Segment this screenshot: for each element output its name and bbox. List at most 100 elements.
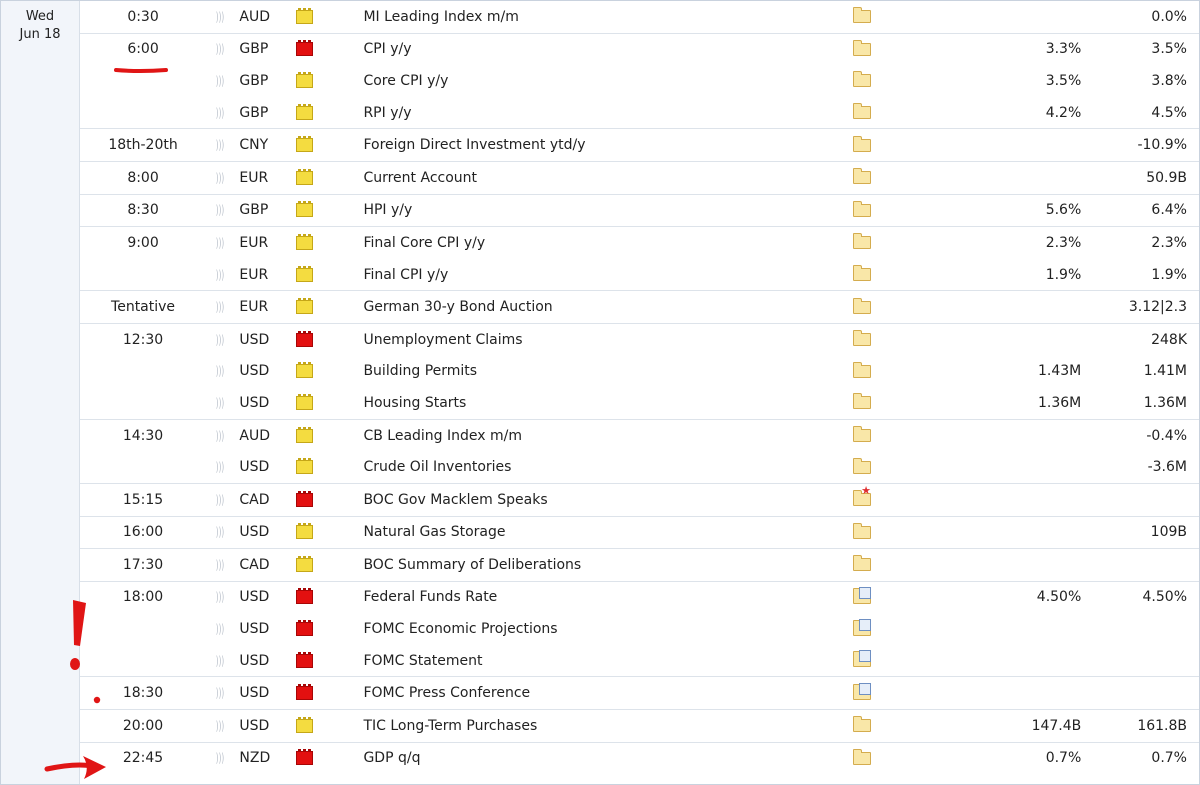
- sound-icon[interactable]: ))): [216, 654, 224, 668]
- event-title[interactable]: Housing Starts: [359, 387, 850, 419]
- folder-icon[interactable]: [853, 71, 872, 88]
- event-row[interactable]: 12:30))) USD Unemployment Claims 248K: [80, 322, 1199, 356]
- event-row[interactable]: ))) USD FOMC Economic Projections: [80, 613, 1199, 645]
- event-title[interactable]: HPI y/y: [359, 193, 851, 227]
- event-row[interactable]: ))) GBP RPI y/y 4.2% 4.5%: [80, 97, 1199, 129]
- event-title[interactable]: Natural Gas Storage: [359, 515, 851, 549]
- event-title[interactable]: Federal Funds Rate: [359, 580, 851, 614]
- detail-cell[interactable]: [850, 613, 934, 645]
- folder-icon[interactable]: [853, 361, 872, 378]
- sound-icon[interactable]: ))): [216, 751, 224, 765]
- sound-alert-cell[interactable]: ))): [206, 322, 234, 356]
- folder-icon[interactable]: [853, 457, 872, 474]
- sound-alert-cell[interactable]: ))): [206, 676, 234, 710]
- sound-icon[interactable]: ))): [216, 558, 224, 572]
- folder-icon[interactable]: [853, 103, 872, 120]
- detail-cell[interactable]: [850, 418, 935, 452]
- event-title[interactable]: TIC Long-Term Purchases: [359, 709, 851, 743]
- sound-alert-cell[interactable]: ))): [206, 451, 233, 483]
- event-title[interactable]: Final CPI y/y: [359, 259, 850, 291]
- folder-icon[interactable]: [853, 426, 872, 443]
- folder-icon[interactable]: [853, 682, 872, 700]
- detail-cell[interactable]: [850, 290, 935, 324]
- detail-cell[interactable]: [850, 97, 934, 129]
- sound-icon[interactable]: ))): [216, 42, 224, 56]
- folder-icon[interactable]: [853, 233, 872, 250]
- event-title[interactable]: Core CPI y/y: [359, 65, 850, 97]
- detail-cell[interactable]: [850, 226, 935, 259]
- event-title[interactable]: GDP q/q: [359, 741, 851, 775]
- event-row[interactable]: 18:30))) USD FOMC Press Conference: [80, 676, 1199, 710]
- sound-icon[interactable]: ))): [216, 138, 224, 152]
- event-title[interactable]: Unemployment Claims: [359, 322, 851, 356]
- sound-icon[interactable]: ))): [216, 203, 224, 217]
- event-title[interactable]: Foreign Direct Investment ytd/y: [359, 128, 851, 162]
- sound-alert-cell[interactable]: ))): [206, 709, 234, 743]
- sound-icon[interactable]: ))): [216, 429, 224, 443]
- event-row[interactable]: 6:00))) GBP CPI y/y 3.3% 3.5%: [80, 32, 1199, 66]
- detail-cell[interactable]: [850, 645, 934, 677]
- sound-icon[interactable]: ))): [216, 236, 224, 250]
- sound-alert-cell[interactable]: ))): [206, 290, 234, 324]
- event-row[interactable]: 0:30))) AUD MI Leading Index m/m 0.0%: [80, 1, 1199, 33]
- sound-icon[interactable]: ))): [216, 268, 224, 282]
- detail-cell[interactable]: [850, 128, 935, 162]
- folder-icon[interactable]: [853, 297, 872, 314]
- sound-alert-cell[interactable]: ))): [206, 356, 233, 388]
- event-title[interactable]: Building Permits: [359, 356, 850, 388]
- event-row[interactable]: ))) EUR Final CPI y/y 1.9% 1.9%: [80, 259, 1199, 291]
- detail-cell[interactable]: [850, 515, 935, 549]
- event-title[interactable]: BOC Summary of Deliberations: [359, 548, 851, 582]
- event-title[interactable]: CPI y/y: [359, 32, 851, 66]
- event-row[interactable]: 15:15))) CAD BOC Gov Macklem Speaks ★: [80, 482, 1199, 516]
- sound-alert-cell[interactable]: ))): [206, 32, 234, 66]
- sound-alert-cell[interactable]: ))): [206, 613, 233, 645]
- folder-icon[interactable]: [853, 393, 872, 410]
- folder-icon[interactable]: [853, 522, 872, 539]
- sound-icon[interactable]: ))): [216, 460, 224, 474]
- detail-cell[interactable]: [850, 259, 934, 291]
- sound-icon[interactable]: ))): [216, 171, 224, 185]
- detail-cell[interactable]: [850, 1, 934, 33]
- folder-icon[interactable]: [853, 650, 872, 668]
- sound-alert-cell[interactable]: ))): [206, 418, 234, 452]
- event-row[interactable]: 9:00))) EUR Final Core CPI y/y 2.3% 2.3%: [80, 226, 1199, 259]
- event-row[interactable]: Tentative))) EUR German 30-y Bond Auction 3…: [80, 290, 1199, 324]
- event-title[interactable]: German 30-y Bond Auction: [359, 290, 851, 324]
- detail-cell[interactable]: [850, 322, 935, 356]
- event-row[interactable]: 16:00))) USD Natural Gas Storage 109B: [80, 515, 1199, 549]
- detail-cell[interactable]: [850, 32, 935, 66]
- event-title[interactable]: RPI y/y: [359, 97, 850, 129]
- folder-icon[interactable]: [853, 265, 872, 282]
- folder-icon[interactable]: [853, 330, 872, 347]
- sound-icon[interactable]: ))): [216, 622, 224, 636]
- detail-cell[interactable]: [850, 387, 934, 419]
- sound-alert-cell[interactable]: ))): [206, 128, 234, 162]
- detail-cell[interactable]: ★: [850, 482, 935, 516]
- sound-icon[interactable]: ))): [216, 106, 224, 120]
- folder-icon[interactable]: [853, 555, 872, 572]
- event-row[interactable]: 20:00))) USD TIC Long-Term Purchases 147.4B…: [80, 709, 1199, 743]
- event-title[interactable]: BOC Gov Macklem Speaks: [359, 482, 851, 516]
- sound-alert-cell[interactable]: ))): [206, 387, 233, 419]
- sound-icon[interactable]: ))): [216, 10, 224, 24]
- detail-cell[interactable]: [850, 65, 934, 97]
- event-title[interactable]: Final Core CPI y/y: [359, 226, 851, 259]
- folder-icon[interactable]: [853, 200, 872, 217]
- detail-cell[interactable]: [850, 676, 935, 710]
- event-title[interactable]: MI Leading Index m/m: [359, 1, 850, 33]
- sound-icon[interactable]: ))): [216, 364, 224, 378]
- sound-alert-cell[interactable]: ))): [206, 160, 234, 195]
- sound-icon[interactable]: ))): [216, 333, 224, 347]
- event-row[interactable]: 22:45))) NZD GDP q/q 0.7% 0.7%: [80, 741, 1199, 775]
- detail-cell[interactable]: [850, 193, 935, 227]
- sound-icon[interactable]: ))): [216, 525, 224, 539]
- folder-icon[interactable]: [853, 168, 872, 185]
- folder-icon[interactable]: [853, 7, 872, 24]
- detail-cell[interactable]: [850, 741, 935, 775]
- event-row[interactable]: ))) USD FOMC Statement: [80, 645, 1199, 677]
- event-row[interactable]: 18:00))) USD Federal Funds Rate 4.50% 4.50%: [80, 580, 1199, 614]
- event-row[interactable]: ))) USD Housing Starts 1.36M 1.36M: [80, 387, 1199, 419]
- sound-icon[interactable]: ))): [216, 719, 224, 733]
- detail-cell[interactable]: [850, 451, 934, 483]
